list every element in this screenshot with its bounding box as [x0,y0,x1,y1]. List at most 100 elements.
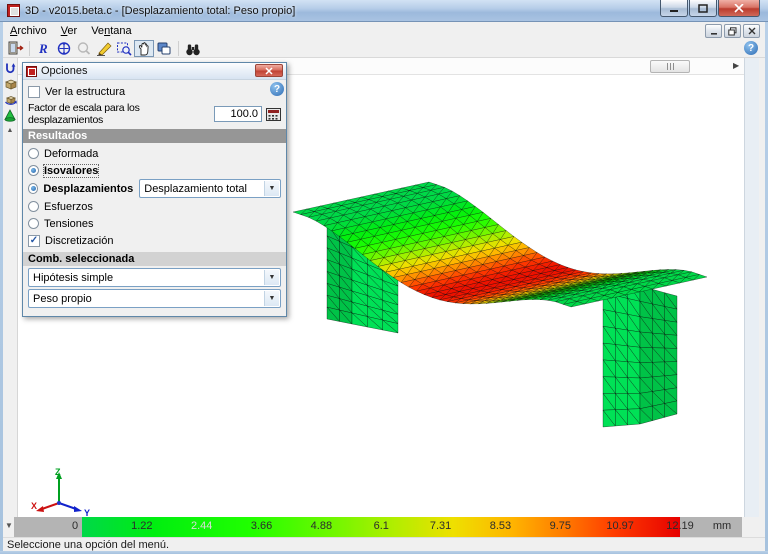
chevron-down-icon: ▼ [264,291,279,306]
exit-door-icon [8,41,24,55]
section-comb-seleccionada: Comb. seleccionada [23,252,286,266]
minimize-button[interactable] [660,0,688,17]
mdi-minimize-button[interactable] [705,24,722,38]
scale-value-label: 6.1 [373,520,389,532]
option-deformada[interactable]: Deformada [28,145,281,162]
dialog-title: Opciones [41,65,88,77]
scale-value-label: 8.53 [489,520,512,532]
scale-value-label: 0 [71,520,79,532]
copy-view-icon [157,42,171,55]
esfuerzos-label: Esfuerzos [44,200,93,213]
mdi-close-button[interactable] [743,24,760,38]
undo-icon [6,62,16,73]
title-bar[interactable]: 3D - v2015.beta.c - [Desplazamiento tota… [0,0,768,22]
menu-archivo[interactable]: Archivo [3,23,54,39]
desplazamiento-combo[interactable]: Desplazamiento total ▼ [139,179,281,198]
tensiones-label: Tensiones [44,217,94,230]
pan-button[interactable] [134,40,154,57]
calculator-icon[interactable] [266,107,281,121]
deformada-radio[interactable] [28,148,39,159]
isovalores-radio[interactable] [28,165,39,176]
tensiones-radio[interactable] [28,218,39,229]
peso-propio-combo[interactable]: Peso propio ▼ [28,289,281,308]
box-icon [4,79,17,90]
zoom-window-button[interactable] [114,40,134,57]
pencil-icon [96,42,111,56]
scrollbar-track[interactable] [744,58,759,517]
maximize-button[interactable] [689,0,717,17]
view-object-button[interactable] [3,108,17,123]
chevron-down-icon: ▼ [264,181,279,196]
window-title: 3D - v2015.beta.c - [Desplazamiento tota… [25,4,296,17]
dialog-close-button[interactable] [255,64,283,77]
rotate-box-icon [4,96,17,105]
copy-view-button[interactable] [154,40,174,57]
axis-triad: Z X Y [31,467,90,518]
redraw-icon: R [38,41,48,56]
hand-icon [139,41,149,55]
undo-button[interactable] [3,60,17,75]
desplazamientos-label: Desplazamientos [43,182,134,195]
ver-estructura-row[interactable]: Ver la estructura [28,83,281,100]
edit-button[interactable] [94,40,114,57]
factor-label: Factor de escala para los desplazamiento… [28,102,140,126]
zoom-previous-icon [77,42,91,55]
hipotesis-combo[interactable]: Hipótesis simple ▼ [28,268,281,287]
search-button[interactable] [183,40,203,57]
rotate-box-button[interactable] [3,92,17,107]
deformada-label: Deformada [44,147,99,160]
status-text: Seleccione una opción del menú. [7,539,170,551]
zoom-all-icon [57,42,71,55]
isovalores-label: Isovalores [42,163,100,178]
app-icon [7,4,20,17]
zoom-window-icon [117,42,132,56]
option-esfuerzos[interactable]: Esfuerzos [28,198,281,215]
factor-row: Factor de escala para los desplazamiento… [28,102,281,126]
close-button[interactable] [718,0,760,17]
application-window: 3D - v2015.beta.c - [Desplazamiento tota… [0,0,768,554]
dialog-app-icon [26,65,37,77]
scale-unit-label: mm [712,520,732,532]
svg-text:R: R [38,41,48,56]
menu-ventana[interactable]: Ventana [84,23,138,39]
factor-input[interactable] [214,106,262,122]
scale-value-label: 7.31 [429,520,452,532]
option-desplazamientos[interactable]: Desplazamientos Desplazamiento total ▼ [28,179,281,198]
menu-bar: Archivo Ver Ventana [3,22,765,40]
scale-value-label: 4.88 [310,520,333,532]
hipotesis-combo-value: Hipótesis simple [33,271,114,284]
scroll-up-icon[interactable]: ▲ [7,127,14,134]
dialog-help-icon[interactable]: ? [270,82,284,96]
status-bar: Seleccione una opción del menú. [3,537,765,551]
zoom-all-button[interactable] [54,40,74,57]
axis-z-label: Z [55,467,61,477]
scale-value-label: 3.66 [250,520,273,532]
main-toolbar: R ? [3,40,765,58]
menu-ver[interactable]: Ver [54,23,85,39]
discretizacion-checkbox[interactable]: ✓ [28,234,40,247]
color-scale-bar: ▼ 0 1.22 2.44 3.66 4.88 6.1 7.31 8.53 9.75 10.97 1… [0,517,768,537]
mdi-restore-button[interactable] [724,24,741,38]
desplazamientos-radio[interactable] [28,183,39,194]
dialog-title-bar[interactable]: Opciones [23,63,286,80]
ver-estructura-label: Ver la estructura [45,85,126,98]
peso-propio-combo-value: Peso propio [33,292,92,305]
binoculars-icon [186,44,200,55]
scale-value-label: 1.22 [131,520,153,532]
redraw-button[interactable]: R [34,40,54,57]
exit-button[interactable] [5,40,25,57]
scale-value-label: 2.44 [190,520,213,532]
option-tensiones[interactable]: Tensiones [28,215,281,232]
scale-value-label: 10.97 [606,520,634,532]
esfuerzos-radio[interactable] [28,201,39,212]
view-box-button[interactable] [3,76,17,91]
options-dialog: Opciones ? Ver la estructura Factor de e… [22,62,287,317]
cone-icon [4,109,16,122]
zoom-previous-button[interactable] [74,40,94,57]
ver-estructura-checkbox[interactable] [28,85,40,98]
axis-x-label: X [31,501,37,511]
option-discretizacion[interactable]: ✓ Discretización [28,232,281,249]
option-isovalores[interactable]: Isovalores [28,162,281,179]
discretizacion-label: Discretización [45,234,114,247]
help-icon[interactable]: ? [744,41,758,55]
